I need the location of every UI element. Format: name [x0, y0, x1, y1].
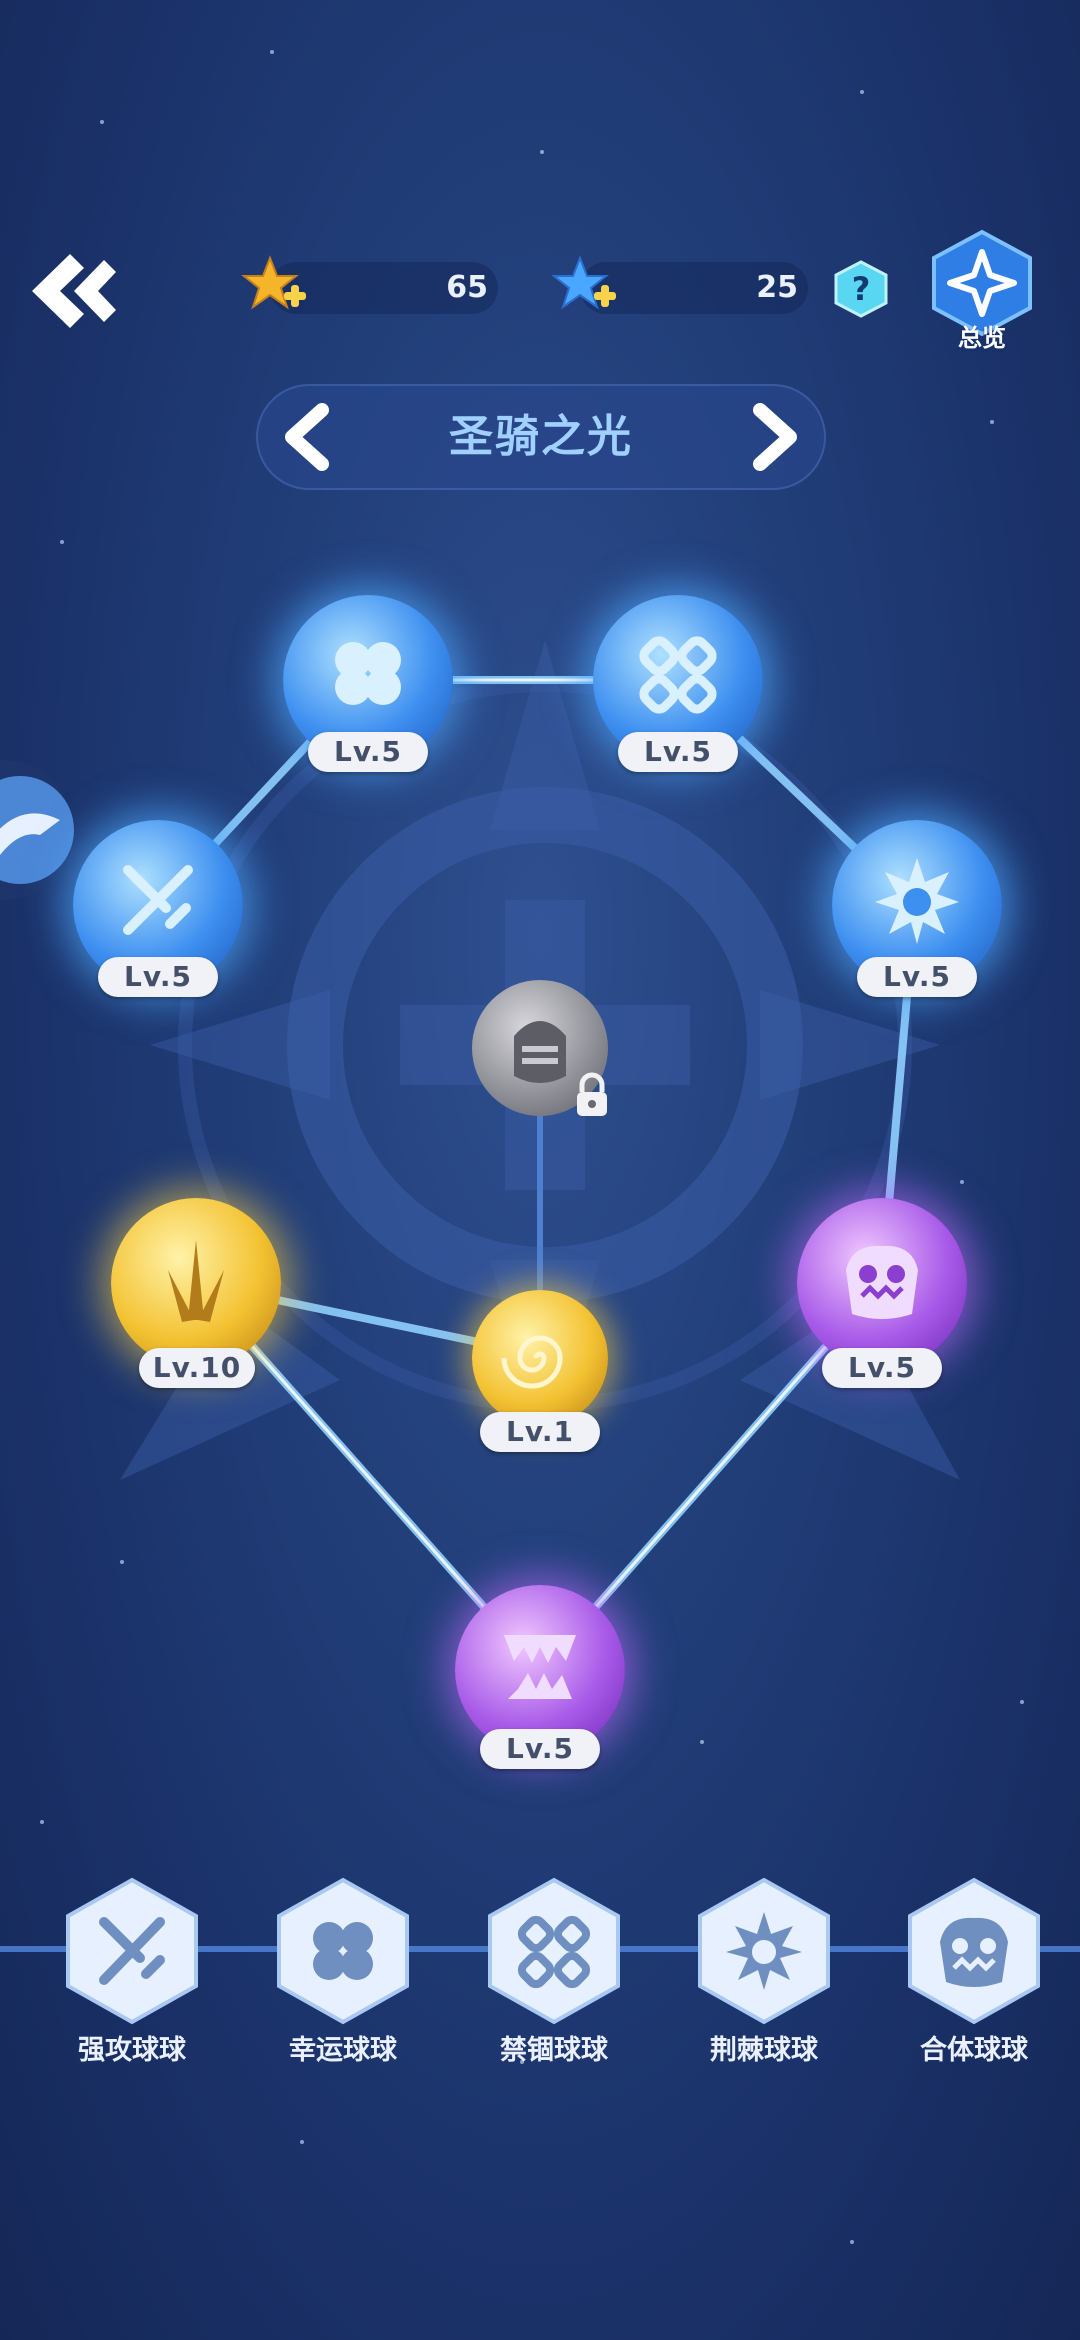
- skill-node-swirl[interactable]: Lv.1: [472, 1290, 608, 1456]
- hexagon-frame: [908, 1877, 1040, 2025]
- skill-node-burst[interactable]: Lv.10: [111, 1198, 281, 1388]
- category-label: 禁锢球球: [500, 2035, 608, 2066]
- category-label: 强攻球球: [78, 2035, 186, 2066]
- node-level: Lv.1: [480, 1412, 600, 1452]
- category-label: 合体球球: [920, 2035, 1028, 2066]
- hexagon-frame: [66, 1877, 198, 2025]
- node-level: Lv.5: [857, 957, 977, 997]
- knight-helmet-icon: [514, 1021, 566, 1083]
- monster-face-icon: [940, 1917, 1008, 1987]
- skill-node-knight-locked[interactable]: [472, 980, 608, 1116]
- lock-icon: [577, 1072, 607, 1116]
- hexagon-frame: [488, 1877, 620, 2025]
- node-level: Lv.5: [98, 957, 218, 997]
- node-level: Lv.5: [822, 1348, 942, 1388]
- skill-node-thorn[interactable]: Lv.5: [832, 820, 1002, 1000]
- skill-node-chain[interactable]: Lv.5: [593, 595, 763, 775]
- skill-node-monster[interactable]: Lv.5: [797, 1198, 967, 1388]
- hexagon-frame: [277, 1877, 409, 2025]
- node-level: Lv.5: [480, 1729, 600, 1769]
- crossed-swords-icon: [123, 865, 193, 935]
- skill-node-swords[interactable]: Lv.5: [73, 820, 243, 1000]
- chain-icon: [639, 636, 717, 714]
- fangs-icon: [504, 1635, 576, 1699]
- category-label: 幸运球球: [289, 2035, 397, 2066]
- burst-icon: [168, 1240, 224, 1322]
- node-level: Lv.10: [139, 1348, 255, 1388]
- thorn-icon: [875, 858, 959, 944]
- hexagon-frame: [698, 1877, 830, 2025]
- monster-face-icon: [846, 1245, 918, 1319]
- category-label: 荆棘球球: [710, 2035, 818, 2066]
- node-level: Lv.5: [308, 732, 428, 772]
- swirl-icon: [501, 1335, 563, 1389]
- clover-icon: [335, 642, 401, 705]
- skill-node-clover[interactable]: Lv.5: [283, 595, 453, 775]
- skill-node-fangs[interactable]: Lv.5: [455, 1585, 625, 1775]
- node-level: Lv.5: [618, 732, 738, 772]
